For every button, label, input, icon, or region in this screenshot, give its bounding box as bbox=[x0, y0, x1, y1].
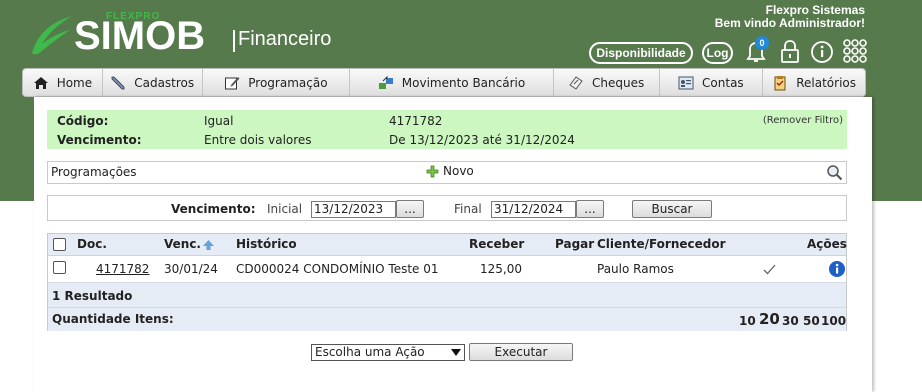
row-receber: 125,00 bbox=[480, 262, 522, 276]
col-venc[interactable]: Venc. bbox=[164, 237, 201, 251]
page-size-10[interactable]: 10 bbox=[739, 314, 756, 328]
search-vencimento-label: Vencimento: bbox=[171, 202, 256, 216]
brand-name: SIMOB bbox=[74, 14, 206, 58]
row-venc: 30/01/24 bbox=[164, 262, 218, 276]
menu-contas-label: Contas bbox=[702, 75, 744, 90]
new-button[interactable]: Novo bbox=[426, 164, 474, 178]
info-button[interactable] bbox=[809, 38, 835, 64]
col-receber[interactable]: Receber bbox=[469, 237, 524, 251]
log-button[interactable]: Log bbox=[702, 42, 733, 64]
row-checkbox[interactable] bbox=[53, 261, 66, 274]
page-size-footer: Quantidade Itens: 10 20 30 50 100 bbox=[48, 307, 846, 331]
col-historico[interactable]: Histórico bbox=[236, 237, 297, 251]
quantity-label: Quantidade Itens: bbox=[52, 312, 174, 326]
inicial-date-input[interactable]: 13/12/2023 bbox=[311, 201, 396, 218]
page-size-30[interactable]: 30 bbox=[782, 314, 799, 328]
action-select-value: Escolha uma Ação bbox=[315, 345, 425, 359]
row-cliente: Paulo Ramos bbox=[597, 262, 674, 276]
inicial-label: Inicial bbox=[267, 202, 303, 216]
select-all-checkbox[interactable] bbox=[53, 238, 66, 251]
pencil-icon bbox=[111, 76, 125, 89]
results-footer: 1 Resultado bbox=[48, 282, 846, 307]
page-size-100[interactable]: 100 bbox=[821, 314, 846, 328]
search-form: Vencimento: Inicial 13/12/2023 ... Final… bbox=[47, 195, 847, 221]
page-size-20-selected[interactable]: 20 bbox=[759, 310, 780, 328]
disponibilidade-button[interactable]: Disponibilidade bbox=[589, 42, 693, 64]
action-select[interactable]: Escolha uma Ação bbox=[311, 344, 465, 361]
sort-up-icon[interactable] bbox=[203, 240, 214, 250]
new-button-label: Novo bbox=[443, 164, 474, 178]
bank-transfer-icon bbox=[378, 75, 393, 89]
search-icon[interactable] bbox=[826, 164, 843, 181]
row-historico: CD000024 CONDOMÍNIO Teste 01 bbox=[236, 262, 439, 276]
results-table: Doc. Venc. Histórico Receber Pagar Clien… bbox=[47, 233, 847, 331]
menu-programacao[interactable]: Programação bbox=[203, 69, 351, 96]
menu-cheques[interactable]: Cheques bbox=[554, 69, 660, 96]
col-cliente[interactable]: Cliente/Fornecedor bbox=[597, 237, 726, 251]
row-doc-link[interactable]: 4171782 bbox=[96, 262, 149, 276]
check-icon[interactable] bbox=[763, 264, 776, 275]
welcome-text: Flexpro Sistemas Bem vindo Administrador… bbox=[715, 4, 865, 30]
filter-codigo-label: Código: bbox=[57, 114, 109, 128]
main-menu: Home Cadastros Programação Movimento Ban… bbox=[22, 68, 866, 97]
executar-button[interactable]: Executar bbox=[469, 343, 573, 361]
menu-home[interactable]: Home bbox=[23, 69, 103, 96]
final-date-picker-button[interactable]: ... bbox=[576, 200, 604, 218]
menu-relatorios[interactable]: Relatórios bbox=[763, 69, 865, 96]
table-header: Doc. Venc. Histórico Receber Pagar Clien… bbox=[48, 234, 847, 256]
lock-button[interactable] bbox=[777, 38, 803, 64]
menu-movimento-bancario[interactable]: Movimento Bancário bbox=[350, 69, 554, 96]
remove-filter-link[interactable]: (Remover Filtro) bbox=[763, 115, 843, 126]
info-icon bbox=[811, 41, 833, 63]
brand-separator bbox=[233, 30, 235, 52]
notification-badge: 0 bbox=[755, 36, 769, 50]
menu-programacao-label: Programação bbox=[248, 75, 328, 90]
report-icon bbox=[774, 75, 786, 90]
programacoes-bar: Programações Novo bbox=[47, 161, 847, 184]
cheque-icon bbox=[569, 75, 583, 90]
lock-icon bbox=[781, 40, 799, 63]
programacoes-title: Programações bbox=[51, 165, 137, 179]
col-doc[interactable]: Doc. bbox=[77, 237, 107, 251]
filter-vencimento-value: De 13/12/2023 até 31/12/2024 bbox=[389, 133, 575, 147]
leaf-logo-icon bbox=[32, 16, 72, 54]
menu-relatorios-label: Relatórios bbox=[796, 75, 857, 90]
final-date-input[interactable]: 31/12/2024 bbox=[491, 201, 576, 218]
notifications-button[interactable]: 0 bbox=[743, 36, 769, 64]
page-size-50[interactable]: 50 bbox=[803, 314, 820, 328]
edit-icon bbox=[225, 76, 240, 89]
menu-cadastros-label: Cadastros bbox=[134, 75, 195, 90]
final-label: Final bbox=[454, 202, 482, 216]
filter-vencimento-label: Vencimento: bbox=[57, 133, 142, 147]
welcome-greeting: Bem vindo Administrador! bbox=[714, 16, 865, 30]
inicial-date-picker-button[interactable]: ... bbox=[396, 200, 424, 218]
filter-codigo-value: 4171782 bbox=[389, 114, 443, 128]
col-pagar[interactable]: Pagar bbox=[555, 237, 594, 251]
result-count: 1 Resultado bbox=[52, 289, 133, 303]
apps-button[interactable] bbox=[842, 38, 868, 64]
menu-movimento-bancario-label: Movimento Bancário bbox=[401, 75, 526, 90]
brand-module: Financeiro bbox=[238, 28, 332, 50]
buscar-button[interactable]: Buscar bbox=[632, 200, 712, 218]
grid-icon bbox=[843, 39, 867, 63]
accounts-icon bbox=[678, 76, 694, 89]
chevron-down-icon bbox=[451, 349, 461, 356]
app-logo: FLEXPRO SIMOB Financeiro bbox=[28, 8, 348, 60]
table-row: 4171782 30/01/24 CD000024 CONDOMÍNIO Tes… bbox=[48, 256, 846, 282]
col-acoes: Ações bbox=[807, 237, 847, 251]
info-circle-icon[interactable] bbox=[828, 260, 846, 278]
home-icon bbox=[33, 76, 48, 89]
plus-icon bbox=[426, 165, 439, 177]
menu-contas[interactable]: Contas bbox=[660, 69, 764, 96]
active-filters: Código: Igual 4171782 Vencimento: Entre … bbox=[47, 110, 847, 149]
menu-cadastros[interactable]: Cadastros bbox=[103, 69, 203, 96]
filter-codigo-operator: Igual bbox=[204, 114, 234, 128]
filter-vencimento-operator: Entre dois valores bbox=[204, 133, 312, 147]
menu-cheques-label: Cheques bbox=[592, 75, 645, 90]
menu-home-label: Home bbox=[56, 75, 93, 90]
